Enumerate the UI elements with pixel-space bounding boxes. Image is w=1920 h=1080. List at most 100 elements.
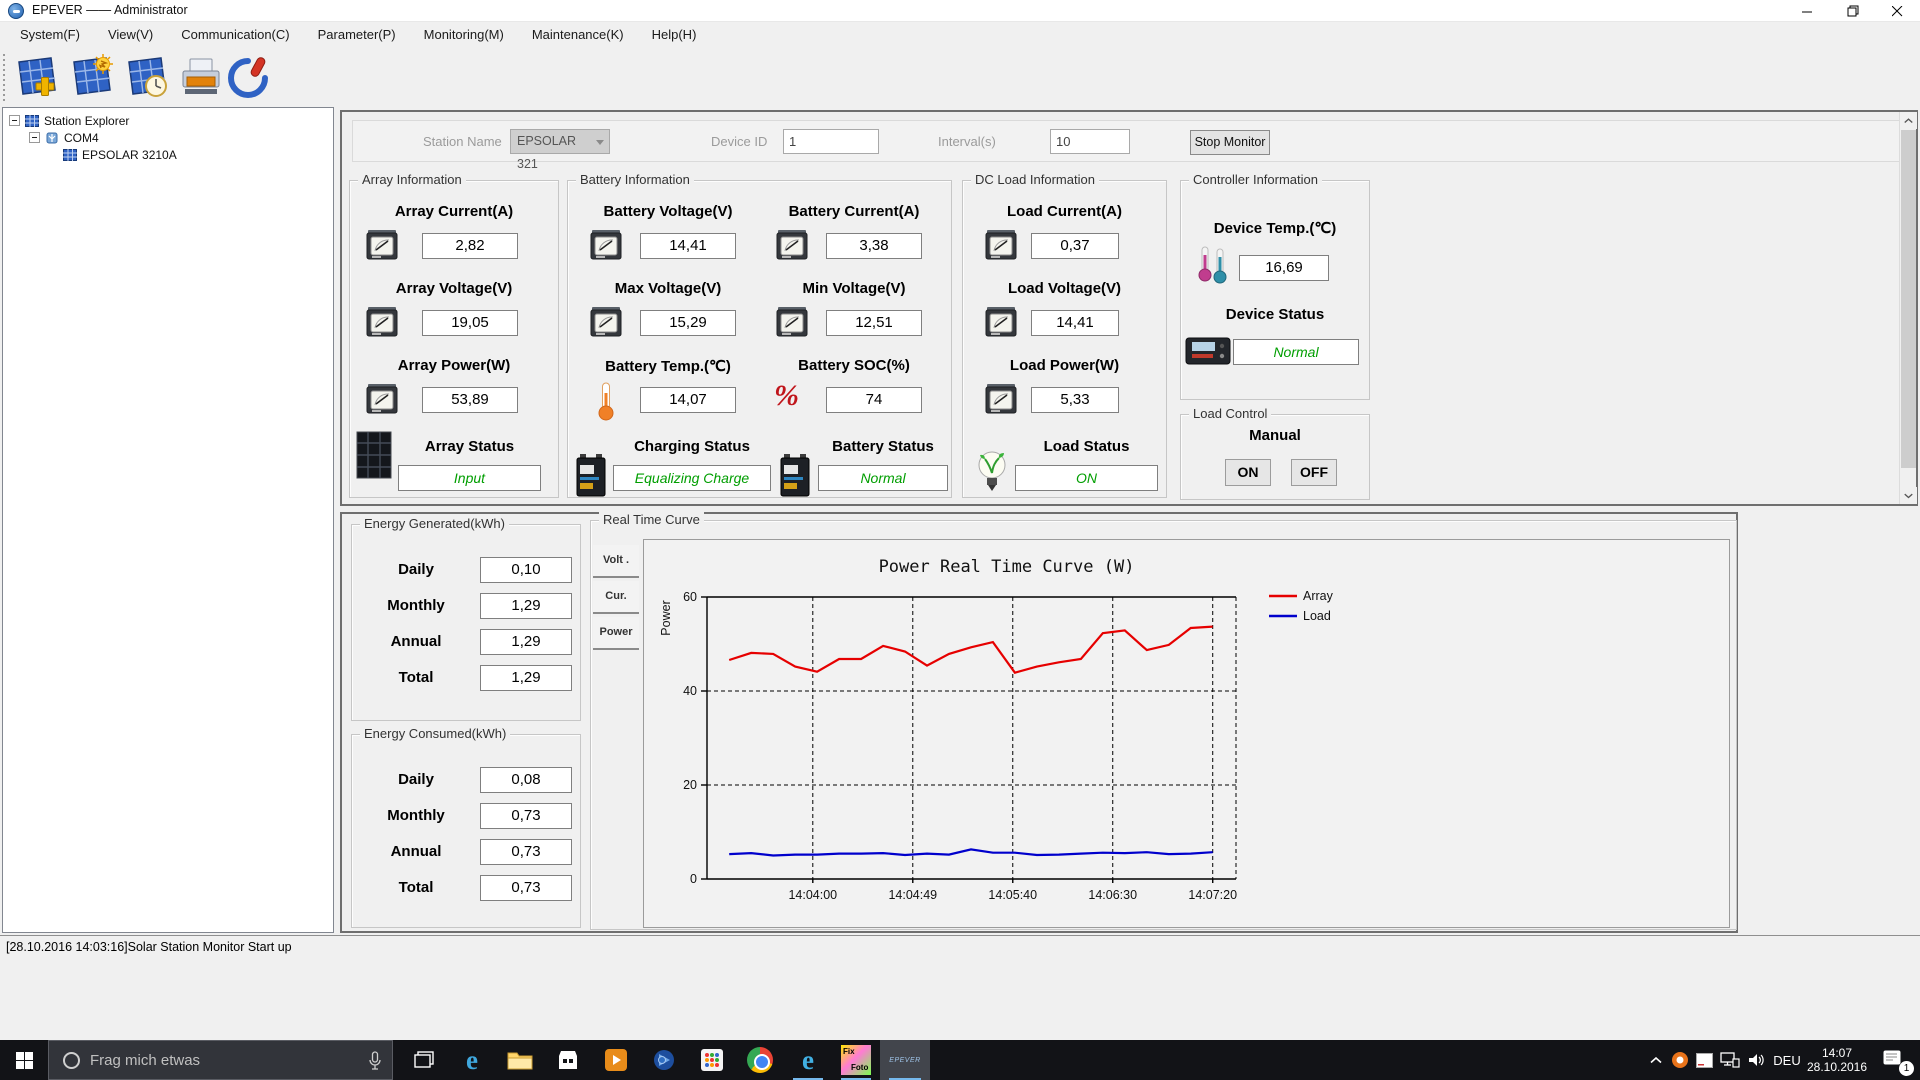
tray-app-icon[interactable]	[1692, 1040, 1716, 1080]
interval-input[interactable]	[1050, 129, 1130, 154]
tree-item-epsolar[interactable]: EPSOLAR 3210A	[63, 146, 177, 163]
stop-monitor-button[interactable]: Stop Monitor	[1190, 130, 1270, 155]
min-voltage-label: Min Voltage(V)	[802, 280, 906, 297]
total-label: Total	[398, 669, 434, 686]
station-name-select[interactable]: EPSOLAR 321	[510, 129, 610, 171]
annual-label: Annual	[390, 843, 442, 860]
scroll-down-icon[interactable]	[1900, 487, 1917, 504]
search-input[interactable]	[90, 1051, 340, 1069]
monthly-consumed-value: 0,73	[480, 803, 572, 829]
menu-help[interactable]: Help(H)	[638, 22, 711, 48]
battery-soc-value: 74	[826, 387, 922, 413]
minimize-button[interactable]	[1785, 0, 1830, 22]
tab-power[interactable]: Power	[593, 617, 639, 650]
tab-current[interactable]: Cur.	[593, 581, 639, 614]
exit-icon[interactable]	[224, 53, 272, 101]
collapse-icon[interactable]	[9, 115, 20, 126]
print-icon[interactable]	[177, 53, 225, 101]
group-title: Controller Information	[1189, 172, 1322, 187]
content-area: Station Explorer COM4 EPSOLAR 3210A Stat…	[0, 107, 1920, 935]
title-bar: EPEVER —— Administrator	[0, 0, 1920, 22]
meter-icon	[590, 229, 622, 266]
speaker-icon	[1749, 1054, 1764, 1066]
group-title: Energy Consumed(kWh)	[360, 726, 511, 741]
device-status-value: Normal	[1233, 339, 1359, 365]
energy-and-curve-panel: Energy Generated(kWh) Daily 0,10 Monthly…	[340, 512, 1738, 933]
timing-monitor-icon[interactable]	[122, 53, 170, 101]
svg-text:14:07:20: 14:07:20	[1188, 888, 1237, 902]
tray-antivirus-icon[interactable]	[1668, 1040, 1692, 1080]
tree-item-com4[interactable]: COM4	[29, 129, 99, 146]
device-temp-label: Device Temp.(℃)	[1213, 220, 1337, 237]
close-button[interactable]	[1875, 0, 1920, 22]
file-explorer-icon	[507, 1052, 533, 1070]
taskbar-file-explorer[interactable]	[496, 1040, 544, 1080]
taskbar-internet-explorer[interactable]: e	[784, 1040, 832, 1080]
scrollbar-thumb[interactable]	[1901, 130, 1916, 468]
taskbar-epever-active[interactable]: EPEVER	[880, 1040, 930, 1080]
array-status-value: Input	[398, 465, 541, 491]
taskbar-media-player[interactable]	[592, 1040, 640, 1080]
meter-icon	[366, 229, 398, 266]
svg-text:20: 20	[683, 778, 697, 792]
collapse-icon[interactable]	[29, 132, 40, 143]
microphone-icon[interactable]	[368, 1051, 382, 1071]
tray-network-icon[interactable]	[1716, 1040, 1744, 1080]
window-title: EPEVER —— Administrator	[32, 3, 188, 17]
battery-voltage-value: 14,41	[640, 233, 736, 259]
app-logo-icon	[8, 3, 24, 19]
taskbar-realplayer[interactable]	[640, 1040, 688, 1080]
device-id-input[interactable]	[783, 129, 879, 154]
task-view-button[interactable]	[400, 1040, 448, 1080]
tray-action-center[interactable]: 1	[1872, 1040, 1918, 1080]
taskbar-app-grid[interactable]	[688, 1040, 736, 1080]
start-button[interactable]	[0, 1040, 48, 1080]
load-off-button[interactable]: OFF	[1291, 459, 1337, 486]
chevron-down-icon	[596, 140, 604, 145]
taskbar-store[interactable]	[544, 1040, 592, 1080]
taskbar-fixfoto[interactable]: Fix Foto	[832, 1040, 880, 1080]
windows-logo-icon	[15, 1051, 33, 1069]
tray-clock[interactable]: 14:07 28.10.2016	[1804, 1040, 1870, 1080]
tree-item-label: EPSOLAR 3210A	[82, 147, 177, 162]
tray-volume-icon[interactable]	[1744, 1040, 1770, 1080]
svg-text:40: 40	[683, 684, 697, 698]
vertical-scrollbar[interactable]	[1899, 112, 1917, 504]
annual-generated-value: 1,29	[480, 629, 572, 655]
station-config-icon[interactable]	[67, 53, 115, 101]
menu-monitoring[interactable]: Monitoring(M)	[410, 22, 518, 48]
taskbar-search[interactable]	[48, 1040, 393, 1080]
tab-volt[interactable]: Volt .	[593, 545, 639, 578]
menu-view[interactable]: View(V)	[94, 22, 167, 48]
load-on-button[interactable]: ON	[1225, 459, 1271, 486]
menu-communication[interactable]: Communication(C)	[167, 22, 303, 48]
tree-item-station-explorer[interactable]: Station Explorer	[9, 112, 129, 129]
menu-maintenance[interactable]: Maintenance(K)	[518, 22, 638, 48]
scroll-up-icon[interactable]	[1900, 112, 1917, 129]
meter-icon	[776, 229, 808, 266]
array-power-label: Array Power(W)	[397, 357, 511, 374]
add-station-icon[interactable]	[12, 53, 60, 101]
fixfoto-text: Fix	[843, 1047, 855, 1056]
percent-icon: %	[774, 379, 799, 412]
device-status-label: Device Status	[1225, 306, 1325, 323]
daily-consumed-value: 0,08	[480, 767, 572, 793]
load-current-value: 0,37	[1031, 233, 1119, 259]
taskbar-chrome[interactable]	[736, 1040, 784, 1080]
controller-device-icon	[1185, 336, 1231, 371]
menu-parameter[interactable]: Parameter(P)	[304, 22, 410, 48]
station-settings-row: Station Name EPSOLAR 321 Device ID Inter…	[352, 120, 1900, 171]
restore-button[interactable]	[1830, 0, 1875, 22]
tray-show-hidden-icons[interactable]	[1644, 1040, 1668, 1080]
svg-text:14:04:49: 14:04:49	[888, 888, 937, 902]
tray-language[interactable]: DEU	[1770, 1040, 1804, 1080]
meter-icon	[985, 383, 1017, 420]
load-status-value: ON	[1015, 465, 1158, 491]
menu-system[interactable]: System(F)	[6, 22, 94, 48]
load-status-label: Load Status	[1043, 438, 1130, 455]
app-grid-icon	[701, 1049, 723, 1071]
real-time-curve-group: Real Time Curve Volt . Cur. Power Power …	[590, 512, 1737, 930]
thermometer-icon	[594, 381, 618, 426]
battery-icon	[574, 453, 608, 502]
taskbar-edge[interactable]: e	[448, 1040, 496, 1080]
